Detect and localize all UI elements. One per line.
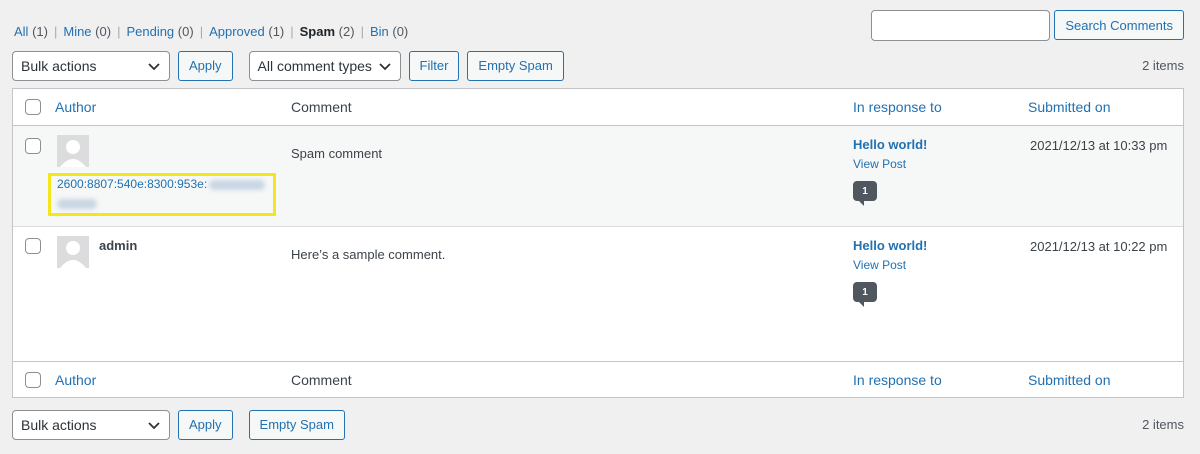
search-box: Search Comments (871, 10, 1184, 41)
bulk-actions-select[interactable]: Bulk actions (12, 409, 170, 440)
chevron-down-icon (378, 62, 391, 70)
column-submitted-on[interactable]: Submitted on (1028, 372, 1111, 388)
filter-pending[interactable]: Pending (0) (126, 24, 193, 39)
filter-bin[interactable]: Bin (0) (370, 24, 408, 39)
search-input[interactable] (871, 10, 1051, 41)
in-response-to-cell: Hello world! View Post 1 (853, 137, 927, 206)
comment-bubble-icon[interactable]: 1 (853, 282, 877, 307)
top-tablenav: Bulk actions Apply All comment types Fil… (12, 50, 1184, 81)
filter-mine[interactable]: Mine (0) (63, 24, 111, 39)
in-response-to-cell: Hello world! View Post 1 (853, 238, 927, 307)
search-comments-button[interactable]: Search Comments (1054, 10, 1184, 40)
select-all-checkbox[interactable] (25, 372, 41, 388)
author-name: admin (99, 238, 138, 253)
select-all-checkbox[interactable] (25, 99, 41, 115)
table-header: Author Comment In response to Submitted … (13, 89, 1183, 126)
comment-text: Here’s a sample comment. (291, 247, 446, 262)
filter-approved[interactable]: Approved (1) (209, 24, 284, 39)
empty-spam-button[interactable]: Empty Spam (467, 50, 564, 81)
post-title-link[interactable]: Hello world! (853, 137, 927, 152)
view-post-link[interactable]: View Post (853, 157, 906, 171)
table-row: 2600:8807:540e:8300:953e: Spam comment H… (13, 126, 1183, 227)
status-filter-links: All (1) | Mine (0) | Pending (0) | Approved (1… (14, 24, 409, 39)
submitted-date: 2021/12/13 at 10:33 pm (1030, 138, 1168, 153)
comment-text: Spam comment (291, 146, 383, 161)
column-author[interactable]: Author (55, 99, 96, 115)
bulk-actions-select[interactable]: Bulk actions (12, 50, 170, 81)
row-checkbox[interactable] (25, 138, 41, 154)
apply-button[interactable]: Apply (178, 409, 233, 440)
column-in-response-to[interactable]: In response to (853, 372, 942, 388)
column-comment: Comment (291, 99, 352, 115)
empty-spam-button[interactable]: Empty Spam (248, 409, 345, 440)
table-footer: Author Comment In response to Submitted … (13, 361, 1183, 398)
column-author[interactable]: Author (55, 372, 96, 388)
default-avatar-icon (57, 135, 89, 167)
comment-type-select[interactable]: All comment types (248, 50, 401, 81)
table-row: admin Here’s a sample comment. Hello wor… (13, 227, 1183, 361)
comment-bubble-icon[interactable]: 1 (853, 181, 877, 206)
chevron-down-icon (148, 421, 160, 429)
items-count: 2 items (1142, 417, 1184, 432)
view-post-link[interactable]: View Post (853, 258, 906, 272)
default-avatar-icon (57, 236, 89, 268)
comments-table: Author Comment In response to Submitted … (12, 88, 1184, 398)
submitted-date: 2021/12/13 at 10:22 pm (1030, 239, 1168, 254)
filter-button[interactable]: Filter (408, 50, 460, 81)
items-count: 2 items (1142, 58, 1184, 73)
column-submitted-on[interactable]: Submitted on (1028, 99, 1111, 115)
column-in-response-to[interactable]: In response to (853, 99, 942, 115)
bottom-tablenav: Bulk actions Apply Empty Spam 2 items (12, 409, 1184, 440)
column-comment: Comment (291, 372, 352, 388)
filter-all[interactable]: All (1) (14, 24, 48, 39)
post-title-link[interactable]: Hello world! (853, 238, 927, 253)
filter-spam[interactable]: Spam (300, 24, 335, 39)
chevron-down-icon (148, 62, 160, 70)
apply-button[interactable]: Apply (178, 50, 233, 81)
row-checkbox[interactable] (25, 238, 41, 254)
highlight-box (48, 173, 276, 216)
